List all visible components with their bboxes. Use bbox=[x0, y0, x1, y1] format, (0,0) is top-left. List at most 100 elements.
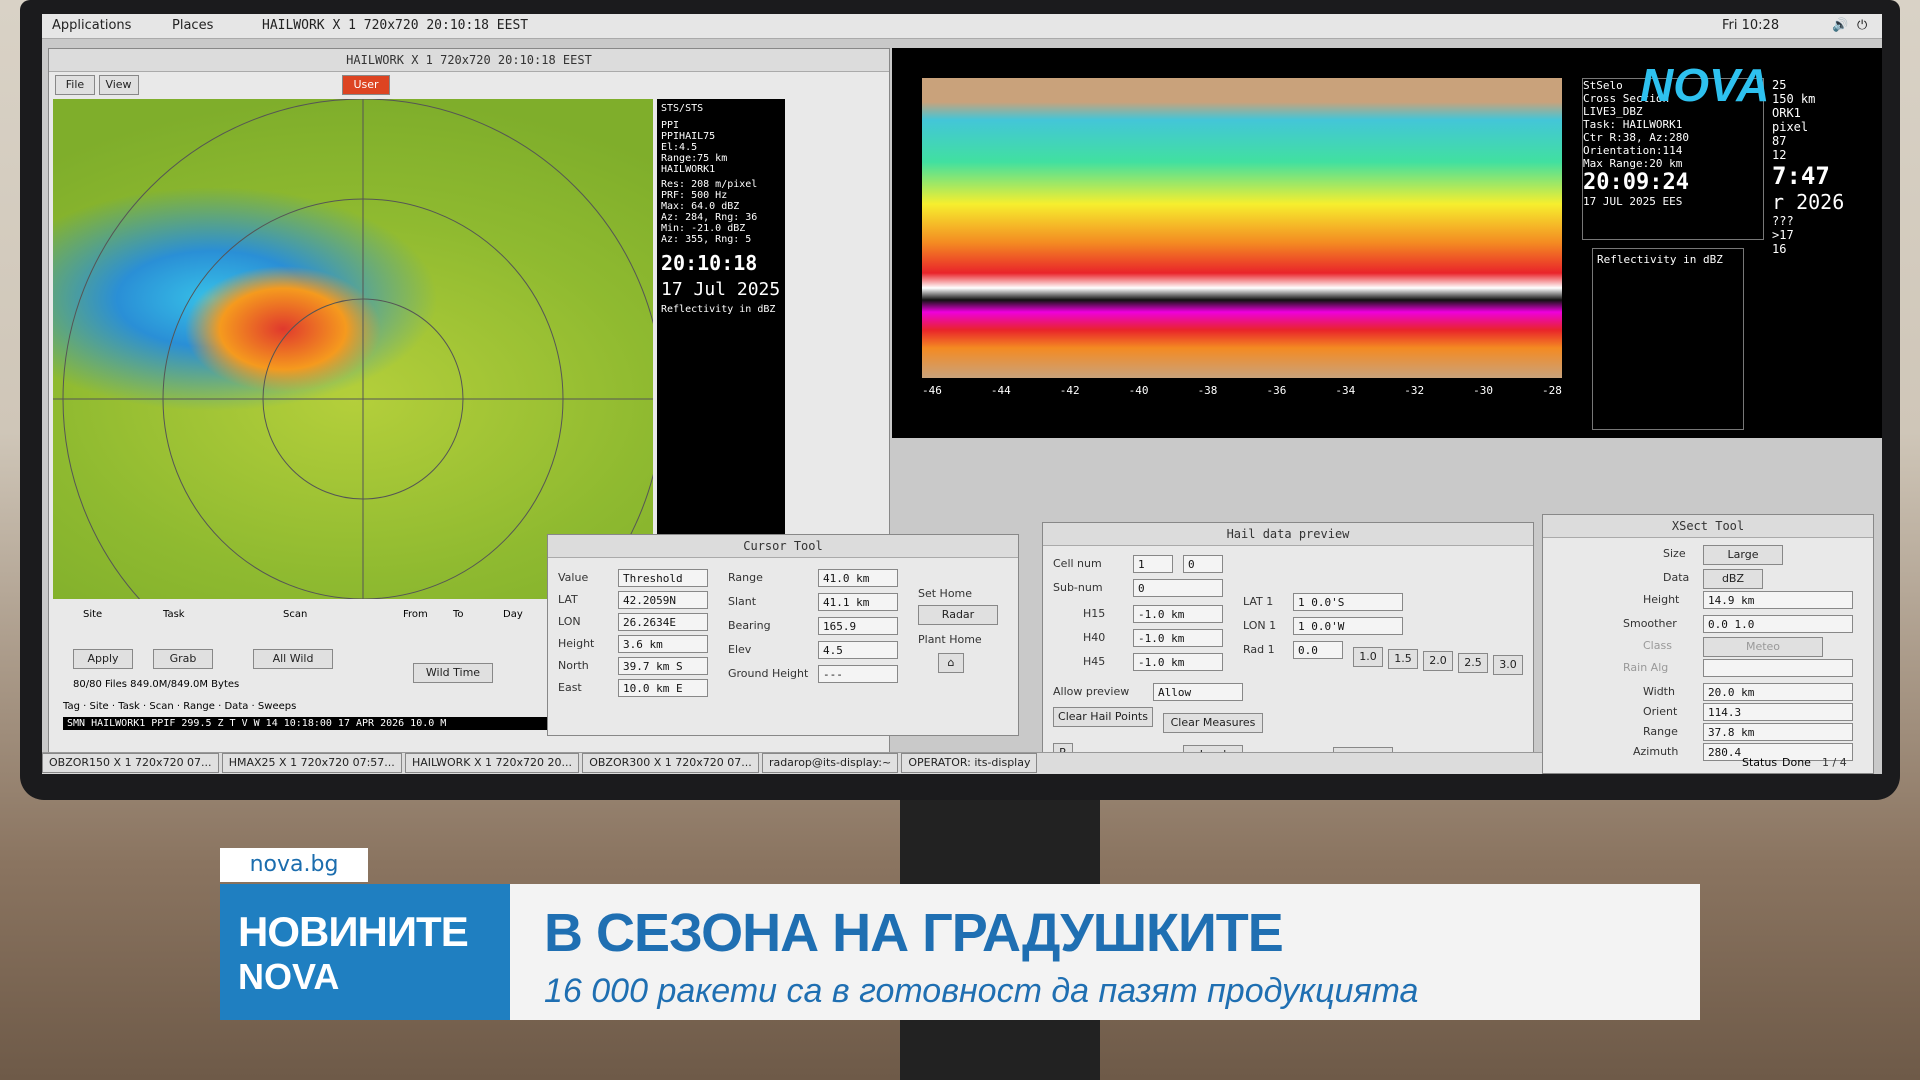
ground-height-label: Ground Height bbox=[728, 667, 809, 680]
data-select[interactable]: dBZ bbox=[1703, 569, 1763, 589]
value-field[interactable]: Threshold bbox=[618, 569, 708, 587]
allow-field[interactable]: Allow bbox=[1153, 683, 1243, 701]
grab-button[interactable]: Grab bbox=[153, 649, 213, 669]
xsec-colorbar-title: Reflectivity in dBZ bbox=[1597, 253, 1723, 266]
sub-num-label: Sub-num bbox=[1053, 581, 1103, 594]
taskbar-item[interactable]: OBZOR300 X 1 720x720 07... bbox=[582, 753, 759, 773]
hail-data-preview-dialog: Hail data preview Cell num 1 0 Sub-num 0… bbox=[1042, 522, 1534, 774]
taskbar-item[interactable]: HMAX25 X 1 720x720 07:57... bbox=[221, 753, 402, 773]
lon-field[interactable]: 26.2634E bbox=[618, 613, 708, 631]
xsect-height-field[interactable]: 14.9 km bbox=[1703, 591, 1853, 609]
smoother-field[interactable]: 0.0 1.0 bbox=[1703, 615, 1853, 633]
radar-ppi-map[interactable] bbox=[53, 98, 664, 700]
rain-alg-field[interactable] bbox=[1703, 659, 1853, 677]
task-label: Task bbox=[163, 609, 185, 620]
wild-time-button[interactable]: Wild Time bbox=[413, 663, 493, 683]
desktop-top-panel: Applications Places HAILWORK X 1 720x720… bbox=[42, 14, 1882, 39]
rad-2-5-button[interactable]: 2.5 bbox=[1458, 653, 1488, 673]
range-label: Range bbox=[728, 571, 763, 584]
xsect-tool-dialog: XSect Tool Size Large Data dBZ Height 14… bbox=[1542, 514, 1874, 774]
rad1-field[interactable]: 0.0 bbox=[1293, 641, 1343, 659]
xsec-x-axis: -46 -44 -42 -40 -38 -36 -34 -32 -30 -28 bbox=[922, 384, 1562, 397]
rad-1-5-button[interactable]: 1.5 bbox=[1388, 649, 1418, 669]
power-icon[interactable]: ⏻ bbox=[1857, 18, 1867, 33]
orient-field[interactable]: 114.3 bbox=[1703, 703, 1853, 721]
rad-1-0-button[interactable]: 1.0 bbox=[1353, 647, 1383, 667]
north-label: North bbox=[558, 659, 589, 672]
east-label: East bbox=[558, 681, 582, 694]
radar-time: 20:10:18 bbox=[661, 251, 758, 275]
taskbar-item[interactable]: HAILWORK X 1 720x720 20... bbox=[404, 753, 580, 773]
lat1-label: LAT 1 bbox=[1243, 595, 1274, 608]
plant-home-icon[interactable]: ⌂ bbox=[938, 653, 964, 673]
smoother-label: Smoother bbox=[1623, 617, 1677, 630]
day-label: Day bbox=[503, 609, 523, 620]
height-label: Height bbox=[558, 637, 595, 650]
h15-label: H15 bbox=[1083, 607, 1106, 620]
sub-num-field[interactable]: 0 bbox=[1133, 579, 1223, 597]
bearing-field[interactable]: 165.9 bbox=[818, 617, 898, 635]
cell-num-label: Cell num bbox=[1053, 557, 1102, 570]
range-field[interactable]: 41.0 km bbox=[818, 569, 898, 587]
volume-icon[interactable]: 🔊 bbox=[1832, 18, 1848, 33]
rad-3-0-button[interactable]: 3.0 bbox=[1493, 655, 1523, 675]
orient-label: Orient bbox=[1643, 705, 1678, 718]
scan-label: Scan bbox=[283, 609, 308, 620]
lat-label: LAT bbox=[558, 593, 578, 606]
h40-field[interactable]: -1.0 km bbox=[1133, 629, 1223, 647]
to-label: To bbox=[453, 609, 464, 620]
width-field[interactable]: 20.0 km bbox=[1703, 683, 1853, 701]
all-wild-button[interactable]: All Wild bbox=[253, 649, 333, 669]
allow-preview-label: Allow preview bbox=[1053, 685, 1130, 698]
radar-button[interactable]: Radar bbox=[918, 605, 998, 625]
north-field[interactable]: 39.7 km S bbox=[618, 657, 708, 675]
xsec-time: 20:09:24 bbox=[1583, 170, 1689, 195]
slant-field[interactable]: 41.1 km bbox=[818, 593, 898, 611]
ground-height-field[interactable]: --- bbox=[818, 665, 898, 683]
rad-2-0-button[interactable]: 2.0 bbox=[1423, 651, 1453, 671]
h15-field[interactable]: -1.0 km bbox=[1133, 605, 1223, 623]
class-select[interactable]: Meteo bbox=[1703, 637, 1823, 657]
task-title[interactable]: HAILWORK X 1 720x720 20:10:18 EEST bbox=[262, 18, 528, 33]
apply-button[interactable]: Apply bbox=[73, 649, 133, 669]
clear-measures-button[interactable]: Clear Measures bbox=[1163, 713, 1263, 733]
view-menu[interactable]: View bbox=[98, 75, 139, 95]
clear-hail-points-button[interactable]: Clear Hail Points bbox=[1053, 707, 1153, 727]
h45-label: H45 bbox=[1083, 655, 1106, 668]
xsect-height-label: Height bbox=[1643, 593, 1680, 606]
lat-field[interactable]: 42.2059N bbox=[618, 591, 708, 609]
xsect-range-label: Range bbox=[1643, 725, 1678, 738]
lat1-field[interactable]: 1 0.0'S bbox=[1293, 593, 1403, 611]
window-title: HAILWORK X 1 720x720 20:10:18 EEST bbox=[49, 49, 889, 72]
taskbar: OBZOR150 X 1 720x720 07... HMAX25 X 1 72… bbox=[42, 752, 1542, 774]
east-field[interactable]: 10.0 km E bbox=[618, 679, 708, 697]
cursor-tool-title: Cursor Tool bbox=[548, 535, 1018, 558]
cell-num-field[interactable]: 1 bbox=[1133, 555, 1173, 573]
right-partial-panel: 25 150 km ORK1 pixel 87 12 7:47 r 2026 ?… bbox=[1772, 78, 1872, 418]
taskbar-item[interactable]: radarop@its-display:~ bbox=[761, 753, 899, 773]
cell-num-field-2[interactable]: 0 bbox=[1183, 555, 1223, 573]
xsect-tool-title: XSect Tool bbox=[1543, 515, 1873, 538]
applications-menu[interactable]: Applications bbox=[52, 18, 131, 33]
size-select[interactable]: Large bbox=[1703, 545, 1783, 565]
brand-line-1: НОВИНИТЕ bbox=[238, 908, 469, 955]
headline: В СЕЗОНА НА ГРАДУШКИТЕ bbox=[544, 903, 1284, 963]
height-field[interactable]: 3.6 km bbox=[618, 635, 708, 653]
panel-clock: Fri 10:28 bbox=[1722, 18, 1780, 33]
taskbar-item[interactable]: OPERATOR: its-display bbox=[901, 753, 1038, 773]
radar-date: 17 Jul 2025 bbox=[661, 279, 781, 300]
lon1-field[interactable]: 1 0.0'W bbox=[1293, 617, 1403, 635]
places-menu[interactable]: Places bbox=[172, 18, 213, 33]
elev-field[interactable]: 4.5 bbox=[818, 641, 898, 659]
xsect-range-field[interactable]: 37.8 km bbox=[1703, 723, 1853, 741]
radar-info-panel: STS/STS PPI PPIHAIL75 El:4.5 Range:75 km… bbox=[657, 99, 785, 539]
file-menu[interactable]: File bbox=[55, 75, 95, 95]
h45-field[interactable]: -1.0 km bbox=[1133, 653, 1223, 671]
xsec-date: 17 JUL 2025 EES bbox=[1583, 195, 1683, 208]
workspace-indicator[interactable]: 1 / 4 bbox=[1822, 756, 1847, 769]
user-button[interactable]: User bbox=[342, 75, 390, 95]
range-rings bbox=[53, 98, 664, 700]
taskbar-item[interactable]: OBZOR150 X 1 720x720 07... bbox=[42, 753, 219, 773]
slant-label: Slant bbox=[728, 595, 757, 608]
cross-section-plot[interactable] bbox=[922, 78, 1562, 378]
